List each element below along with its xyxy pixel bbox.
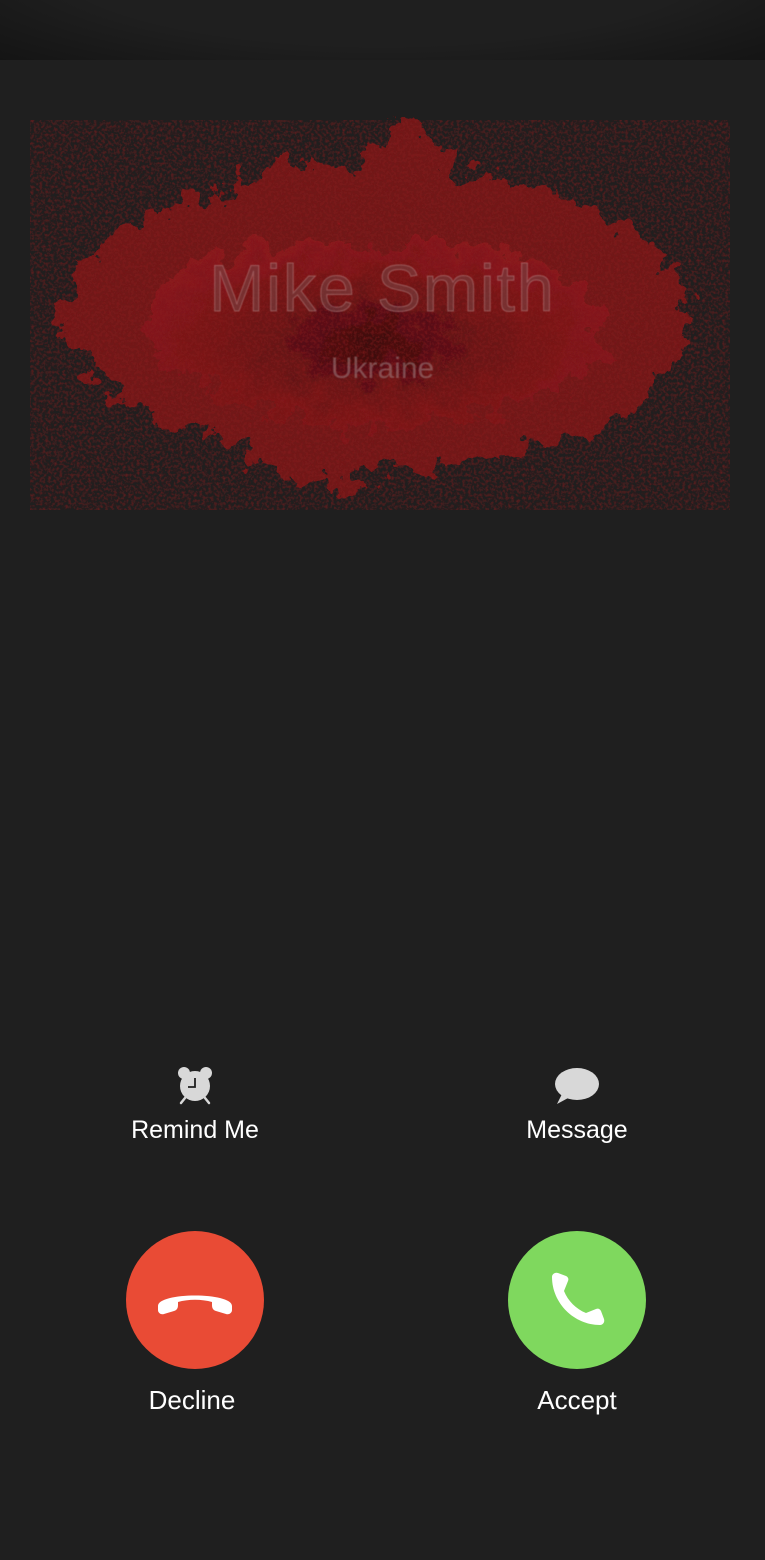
incoming-call-screen: Mike Smith Ukraine Remind Me Message Dec…: [0, 0, 765, 1560]
message-label: Message: [526, 1116, 628, 1144]
remind-me-button[interactable]: Remind Me: [65, 1066, 325, 1145]
decline-action: Decline: [65, 1231, 325, 1416]
caller-location: Ukraine: [330, 352, 435, 385]
message-button[interactable]: Message: [447, 1066, 707, 1145]
accept-label: Accept: [537, 1385, 617, 1415]
remind-me-label: Remind Me: [131, 1116, 259, 1144]
alarm-clock-icon: [178, 1067, 212, 1105]
caller-name: Mike Smith: [209, 251, 556, 326]
caller-info: Mike Smith Ukraine: [0, 250, 765, 386]
decline-button[interactable]: [126, 1231, 264, 1369]
phone-icon: [552, 1272, 605, 1325]
accept-button[interactable]: [508, 1231, 646, 1369]
phone-hangup-icon: [158, 1295, 232, 1315]
top-vignette: [0, 0, 765, 60]
speech-bubble-icon: [555, 1068, 599, 1104]
accept-action: Accept: [447, 1231, 707, 1416]
decline-label: Decline: [148, 1385, 236, 1415]
